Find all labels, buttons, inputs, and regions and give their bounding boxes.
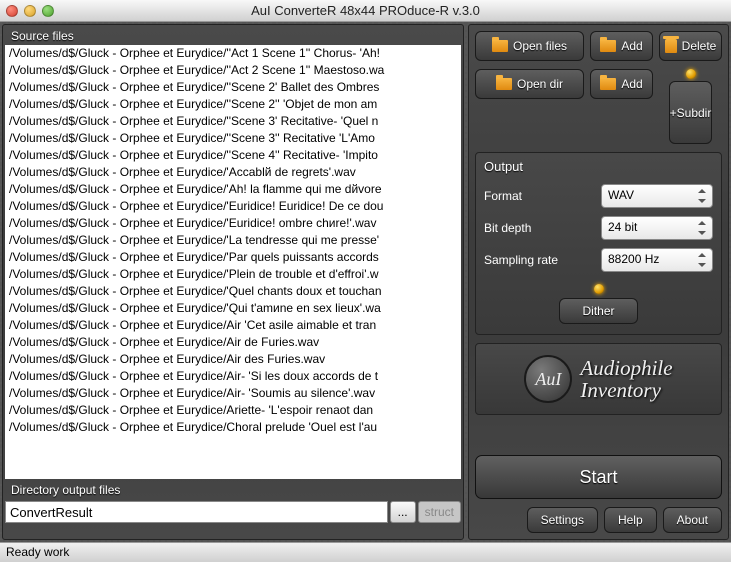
- add-dir-button[interactable]: Add: [590, 69, 653, 99]
- browse-output-dir-button[interactable]: ...: [390, 501, 416, 523]
- open-files-button[interactable]: Open files: [475, 31, 584, 61]
- dither-button[interactable]: Dither: [559, 298, 637, 324]
- window-zoom-button[interactable]: [42, 5, 54, 17]
- list-item[interactable]: /Volumes/d$/Gluck - Orphee et Eurydice/'…: [5, 164, 461, 181]
- settings-button[interactable]: Settings: [527, 507, 598, 533]
- list-item[interactable]: /Volumes/d$/Gluck - Orphee et Eurydice/'…: [5, 249, 461, 266]
- list-item[interactable]: /Volumes/d$/Gluck - Orphee et Eurydice/'…: [5, 45, 461, 62]
- list-item[interactable]: /Volumes/d$/Gluck - Orphee et Eurydice/A…: [5, 317, 461, 334]
- subdir-button[interactable]: +Subdir: [669, 81, 713, 144]
- list-item[interactable]: /Volumes/d$/Gluck - Orphee et Eurydice/'…: [5, 215, 461, 232]
- delete-button[interactable]: Delete: [659, 31, 722, 61]
- right-panel: Open files Add Delete Open dir Add: [468, 24, 729, 540]
- output-group-title: Output: [484, 159, 713, 174]
- delete-label: Delete: [682, 39, 717, 53]
- list-item[interactable]: /Volumes/d$/Gluck - Orphee et Eurydice/'…: [5, 283, 461, 300]
- open-files-label: Open files: [513, 39, 567, 53]
- open-dir-button[interactable]: Open dir: [475, 69, 584, 99]
- output-dir-label: Directory output files: [3, 479, 463, 499]
- list-item[interactable]: /Volumes/d$/Gluck - Orphee et Eurydice/A…: [5, 402, 461, 419]
- list-item[interactable]: /Volumes/d$/Gluck - Orphee et Eurydice/'…: [5, 96, 461, 113]
- list-item[interactable]: /Volumes/d$/Gluck - Orphee et Eurydice/'…: [5, 147, 461, 164]
- add-files-button[interactable]: Add: [590, 31, 653, 61]
- dither-label: Dither: [582, 304, 614, 318]
- brand-logo: AuI Audiophile Inventory: [475, 343, 722, 415]
- status-bar: Ready work: [0, 542, 731, 562]
- main-area: Source files /Volumes/d$/Gluck - Orphee …: [0, 22, 731, 542]
- list-item[interactable]: /Volumes/d$/Gluck - Orphee et Eurydice/'…: [5, 130, 461, 147]
- brand-line1: Audiophile: [580, 357, 672, 379]
- list-item[interactable]: /Volumes/d$/Gluck - Orphee et Eurydice/'…: [5, 62, 461, 79]
- list-item[interactable]: /Volumes/d$/Gluck - Orphee et Eurydice/A…: [5, 385, 461, 402]
- left-panel: Source files /Volumes/d$/Gluck - Orphee …: [2, 24, 464, 540]
- brand-line2: Inventory: [580, 379, 672, 401]
- folder-icon: [600, 78, 616, 90]
- list-item[interactable]: /Volumes/d$/Gluck - Orphee et Eurydice/A…: [5, 368, 461, 385]
- source-files-label: Source files: [3, 25, 463, 45]
- start-button[interactable]: Start: [475, 455, 722, 499]
- list-item[interactable]: /Volumes/d$/Gluck - Orphee et Eurydice/'…: [5, 266, 461, 283]
- list-item[interactable]: /Volumes/d$/Gluck - Orphee et Eurydice/'…: [5, 232, 461, 249]
- dither-led-icon: [594, 284, 604, 294]
- open-dir-label: Open dir: [517, 77, 563, 91]
- list-item[interactable]: /Volumes/d$/Gluck - Orphee et Eurydice/'…: [5, 181, 461, 198]
- bitdepth-label: Bit depth: [484, 221, 593, 235]
- trash-icon: [665, 39, 677, 53]
- add-files-label: Add: [621, 39, 642, 53]
- add-dir-label: Add: [621, 77, 642, 91]
- folder-icon: [600, 40, 616, 52]
- output-group: Output Format WAV Bit depth 24 bit Sampl…: [475, 152, 722, 335]
- list-item[interactable]: /Volumes/d$/Gluck - Orphee et Eurydice/'…: [5, 300, 461, 317]
- titlebar: AuI ConverteR 48x44 PROduce-R v.3.0: [0, 0, 731, 22]
- subdir-label: +Subdir: [670, 106, 712, 120]
- format-label: Format: [484, 189, 593, 203]
- list-item[interactable]: /Volumes/d$/Gluck - Orphee et Eurydice/'…: [5, 79, 461, 96]
- about-button[interactable]: About: [663, 507, 722, 533]
- subdir-led-icon: [686, 69, 696, 79]
- window-title: AuI ConverteR 48x44 PROduce-R v.3.0: [0, 3, 731, 18]
- brand-text: Audiophile Inventory: [580, 357, 672, 401]
- list-item[interactable]: /Volumes/d$/Gluck - Orphee et Eurydice/C…: [5, 419, 461, 436]
- format-select[interactable]: WAV: [601, 184, 713, 208]
- bitdepth-select[interactable]: 24 bit: [601, 216, 713, 240]
- list-item[interactable]: /Volumes/d$/Gluck - Orphee et Eurydice/'…: [5, 198, 461, 215]
- brand-emblem: AuI: [524, 355, 572, 403]
- window-minimize-button[interactable]: [24, 5, 36, 17]
- struct-button[interactable]: struct: [418, 501, 461, 523]
- help-button[interactable]: Help: [604, 507, 657, 533]
- folder-icon: [496, 78, 512, 90]
- list-item[interactable]: /Volumes/d$/Gluck - Orphee et Eurydice/A…: [5, 334, 461, 351]
- srate-select[interactable]: 88200 Hz: [601, 248, 713, 272]
- list-item[interactable]: /Volumes/d$/Gluck - Orphee et Eurydice/A…: [5, 351, 461, 368]
- list-item[interactable]: /Volumes/d$/Gluck - Orphee et Eurydice/'…: [5, 113, 461, 130]
- folder-icon: [492, 40, 508, 52]
- output-dir-input[interactable]: [5, 501, 388, 523]
- source-file-list[interactable]: /Volumes/d$/Gluck - Orphee et Eurydice/'…: [5, 45, 461, 479]
- srate-label: Sampling rate: [484, 253, 593, 267]
- window-close-button[interactable]: [6, 5, 18, 17]
